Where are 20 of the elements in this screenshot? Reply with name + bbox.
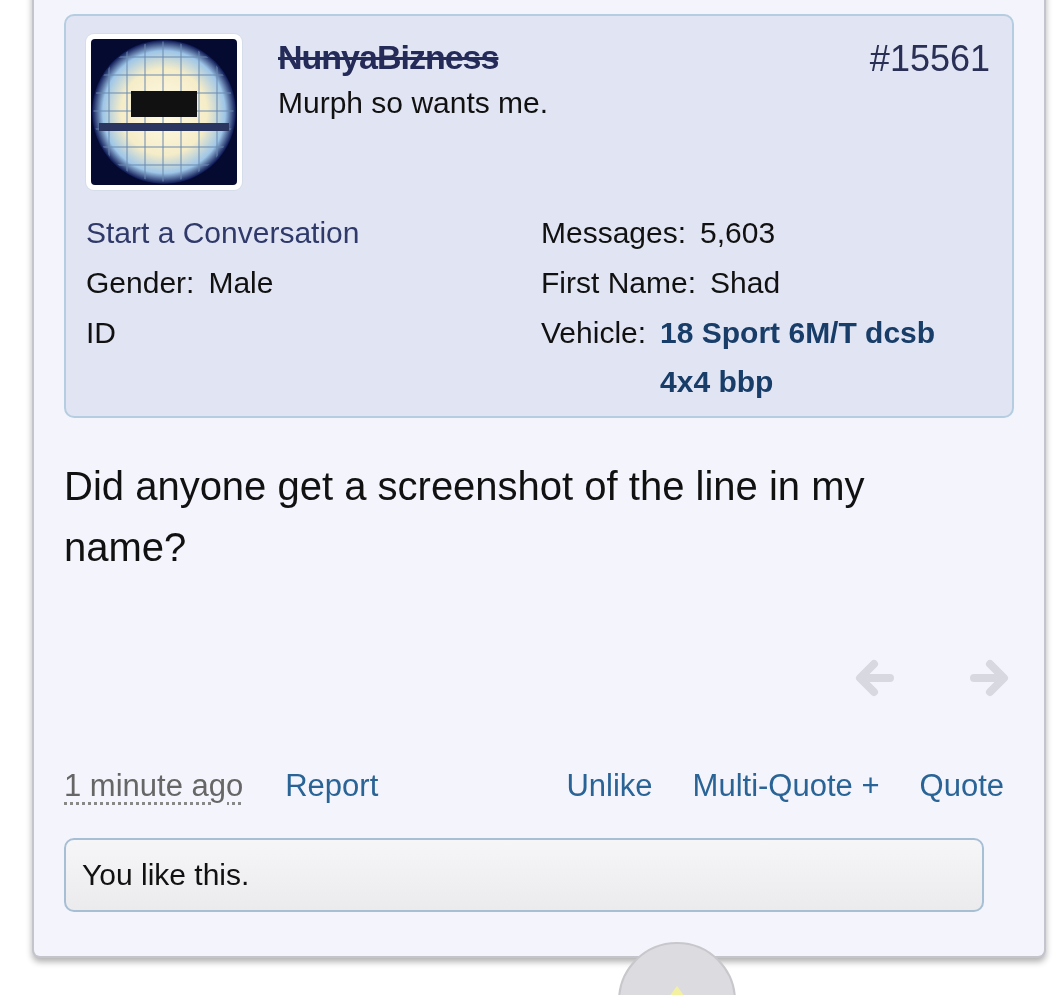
timestamp-link[interactable]: 1 minute ago bbox=[64, 768, 244, 804]
user-title: Murph so wants me. bbox=[278, 86, 550, 120]
action-link[interactable]: Multi-Quote + bbox=[692, 768, 880, 804]
info-value: Male bbox=[208, 265, 274, 301]
info-label: ID bbox=[86, 315, 116, 351]
action-link[interactable]: Quote bbox=[919, 768, 1004, 804]
username-link[interactable]: NunyaBizness bbox=[278, 38, 499, 77]
info-label: Vehicle: bbox=[541, 315, 647, 351]
info-value: Shad bbox=[710, 265, 781, 301]
likes-summary: You like this. bbox=[64, 838, 984, 912]
post-message: Did anyone get a screenshot of the line in my name? bbox=[64, 463, 866, 571]
post-number-link[interactable]: #15561 bbox=[869, 38, 992, 80]
action-link[interactable]: Unlike bbox=[566, 768, 653, 804]
start-conversation-link[interactable]: Start a Conversation bbox=[86, 208, 360, 258]
info-label: Gender: bbox=[86, 265, 195, 301]
info-label: First Name: bbox=[541, 265, 696, 301]
info-label: Messages: bbox=[541, 215, 687, 251]
report-link[interactable]: Report bbox=[285, 768, 379, 804]
info-value: 18 Sport 6M/T dcsb 4x4 bbp bbox=[660, 315, 937, 400]
info-value: 5,603 bbox=[700, 215, 776, 251]
